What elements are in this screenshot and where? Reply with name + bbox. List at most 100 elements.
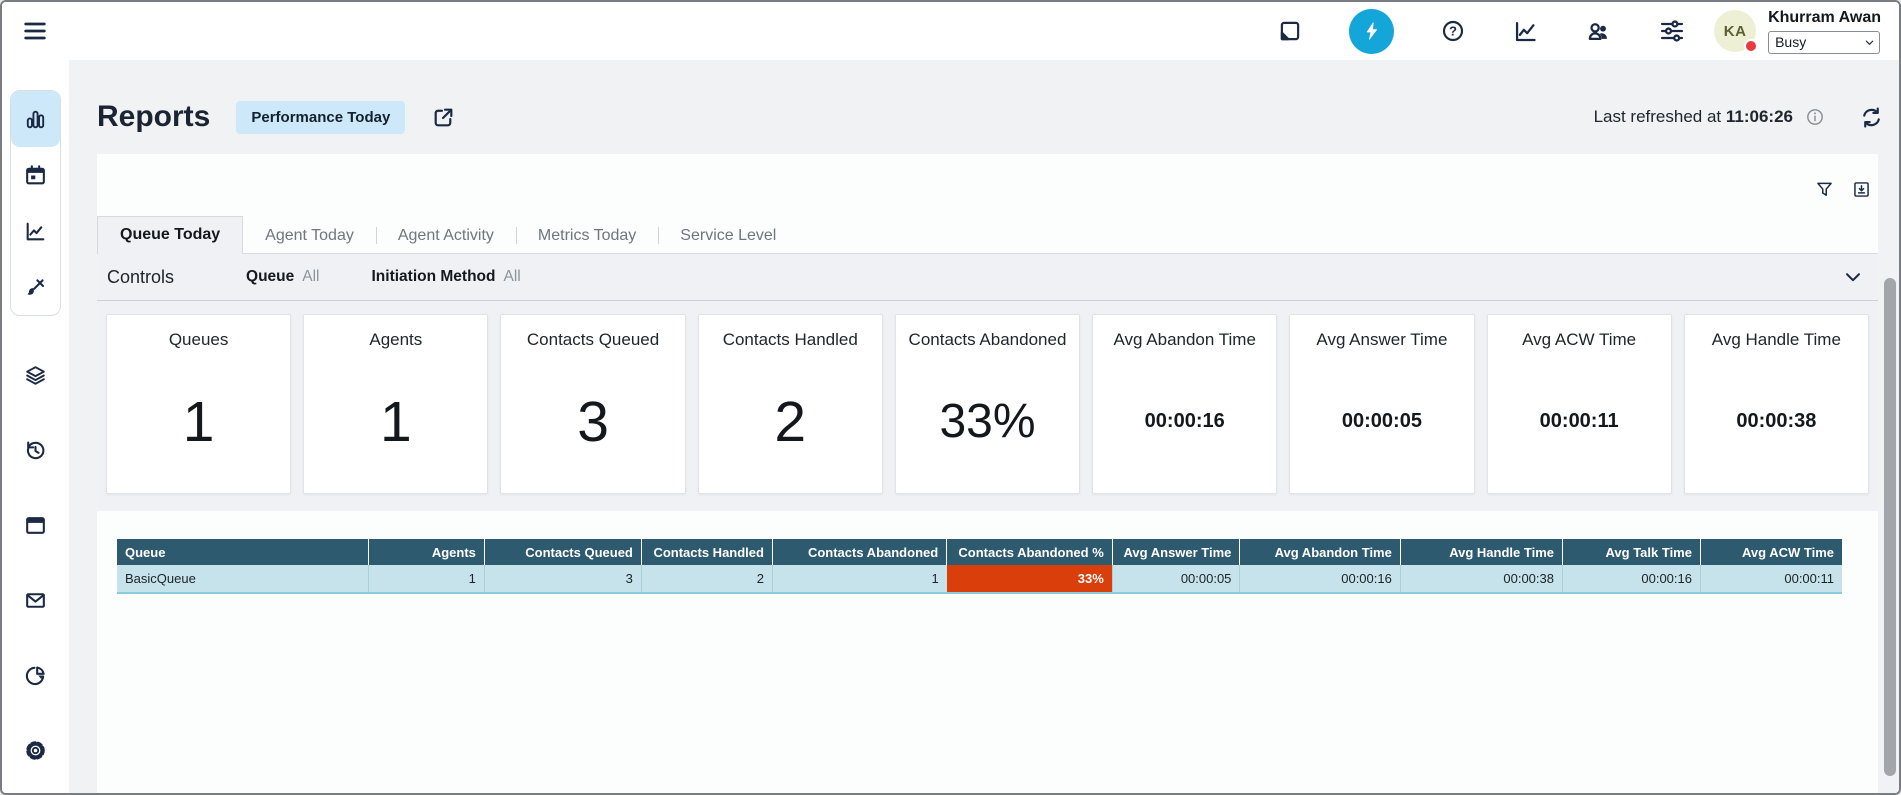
cell-avg-talk-time: 00:00:16 [1562,565,1700,593]
table-row: BasicQueue 1 3 2 1 33% 00:00:05 00:00:16… [117,565,1842,593]
kpi-card-contacts-handled: Contacts Handled 2 [698,314,883,494]
kpi-value: 00:00:11 [1540,410,1619,433]
controls-title: Controls [107,267,174,288]
tab-bar: Queue Today Agent Today Agent Activity M… [97,216,1878,254]
metrics-button[interactable] [1512,18,1539,45]
queue-filter-label: Queue [246,268,294,286]
queue-table: Queue Agents Contacts Queued Contacts Ha… [117,539,1842,594]
quick-connect-button[interactable] [1349,9,1394,54]
preferences-button[interactable] [1658,17,1686,45]
sidebar-item-customize[interactable] [11,259,60,315]
column-header-avg-answer-time: Avg Answer Time [1112,539,1240,565]
panel-toolbar [97,154,1878,200]
cell-avg-acw-time: 00:00:11 [1700,565,1842,593]
cell-agents: 1 [369,565,485,593]
kpi-value: 00:00:05 [1342,410,1422,433]
column-header-avg-handle-time: Avg Handle Time [1400,539,1562,565]
filter-funnel-icon [1814,179,1835,200]
sidebar [2,60,69,793]
sidebar-item-analytics[interactable] [11,203,60,259]
refresh-info-button[interactable] [1805,107,1825,127]
kpi-card-avg-abandon-time: Avg Abandon Time 00:00:16 [1092,314,1277,494]
tab-service-level[interactable]: Service Level [658,218,798,254]
calendar-icon [23,163,48,188]
kpi-value: 00:00:38 [1736,410,1816,433]
kpi-label: Queues [169,330,229,350]
kpi-label: Contacts Abandoned [909,330,1067,350]
line-chart-icon [23,219,48,244]
sidebar-item-pie-reports[interactable] [2,638,69,713]
kpi-value: 00:00:16 [1145,410,1225,433]
column-header-contacts-abandoned-pct: Contacts Abandoned % [947,539,1113,565]
tab-agent-activity[interactable]: Agent Activity [376,218,516,254]
tab-queue-today[interactable]: Queue Today [97,216,243,254]
topbar-actions: ? [1277,9,1686,54]
layers-icon [23,363,48,388]
window-icon [23,513,48,538]
kpi-value: 33% [939,394,1035,449]
last-refreshed-time: 11:06:26 [1726,107,1793,126]
cell-avg-handle-time: 00:00:38 [1400,565,1562,593]
user-name: Khurram Awan [1768,9,1881,27]
kpi-label: Agents [369,330,422,350]
kpi-card-contacts-queued: Contacts Queued 3 [500,314,685,494]
cell-contacts-handled: 2 [641,565,772,593]
note-icon [1277,18,1303,44]
tab-agent-today[interactable]: Agent Today [243,218,376,254]
note-button[interactable] [1277,18,1303,44]
controls-collapse-button[interactable] [1842,266,1864,288]
sidebar-item-reports[interactable] [11,91,60,147]
sidebar-item-schedule[interactable] [11,147,60,203]
last-refreshed-label: Last refreshed at 11:06:26 [1594,107,1793,127]
open-in-new-button[interactable] [431,105,456,130]
column-header-avg-acw-time: Avg ACW Time [1700,539,1842,565]
vertical-scrollbar[interactable] [1884,278,1896,776]
download-button[interactable] [1851,179,1872,200]
pie-chart-icon [23,663,48,688]
table-header-row: Queue Agents Contacts Queued Contacts Ha… [117,539,1842,565]
settings-gear-icon [23,738,48,763]
kpi-card-contacts-abandoned: Contacts Abandoned 33% [895,314,1080,494]
external-link-icon [431,105,456,130]
column-header-avg-abandon-time: Avg Abandon Time [1240,539,1400,565]
app-body: Reports Performance Today Last refreshed… [2,60,1899,793]
kpi-card-avg-answer-time: Avg Answer Time 00:00:05 [1289,314,1474,494]
cell-queue: BasicQueue [117,565,369,593]
metrics-icon [1512,18,1539,45]
history-icon [23,438,48,463]
chevron-down-icon [1842,266,1864,288]
status-select[interactable]: Busy [1768,31,1880,54]
sidebar-item-settings[interactable] [2,713,69,788]
kpi-cards: Queues 1 Agents 1 Contacts Queued 3 Cont… [97,301,1878,511]
customize-brush-icon [23,275,48,300]
kpi-value: 2 [774,389,806,455]
cell-contacts-abandoned-pct: 33% [947,565,1113,593]
users-button[interactable] [1585,18,1612,45]
sidebar-item-mail[interactable] [2,563,69,638]
kpi-value: 1 [183,389,215,455]
kpi-card-avg-acw-time: Avg ACW Time 00:00:11 [1487,314,1672,494]
queue-filter[interactable]: Queue All [246,268,319,286]
app-window: ? [0,0,1901,795]
kpi-card-agents: Agents 1 [303,314,488,494]
avatar[interactable]: KA [1714,10,1756,52]
kpi-value: 1 [380,389,412,455]
main-area: Reports Performance Today Last refreshed… [69,60,1899,793]
download-icon [1851,179,1872,200]
help-button[interactable]: ? [1440,18,1466,44]
sidebar-item-layers[interactable] [2,338,69,413]
sidebar-item-window[interactable] [2,488,69,563]
cell-contacts-abandoned: 1 [772,565,946,593]
tab-metrics-today[interactable]: Metrics Today [516,218,658,254]
report-badge: Performance Today [236,101,405,134]
column-header-contacts-queued: Contacts Queued [484,539,641,565]
report-panel: Queue Today Agent Today Agent Activity M… [97,154,1878,793]
refresh-area: Last refreshed at 11:06:26 [1594,105,1884,130]
filter-button[interactable] [1814,179,1835,200]
sidebar-item-history[interactable] [2,413,69,488]
menu-button[interactable] [20,16,50,46]
mail-icon [23,588,48,613]
initiation-method-filter[interactable]: Initiation Method All [372,268,521,286]
sidebar-reports-group [10,90,61,316]
refresh-button[interactable] [1859,105,1884,130]
